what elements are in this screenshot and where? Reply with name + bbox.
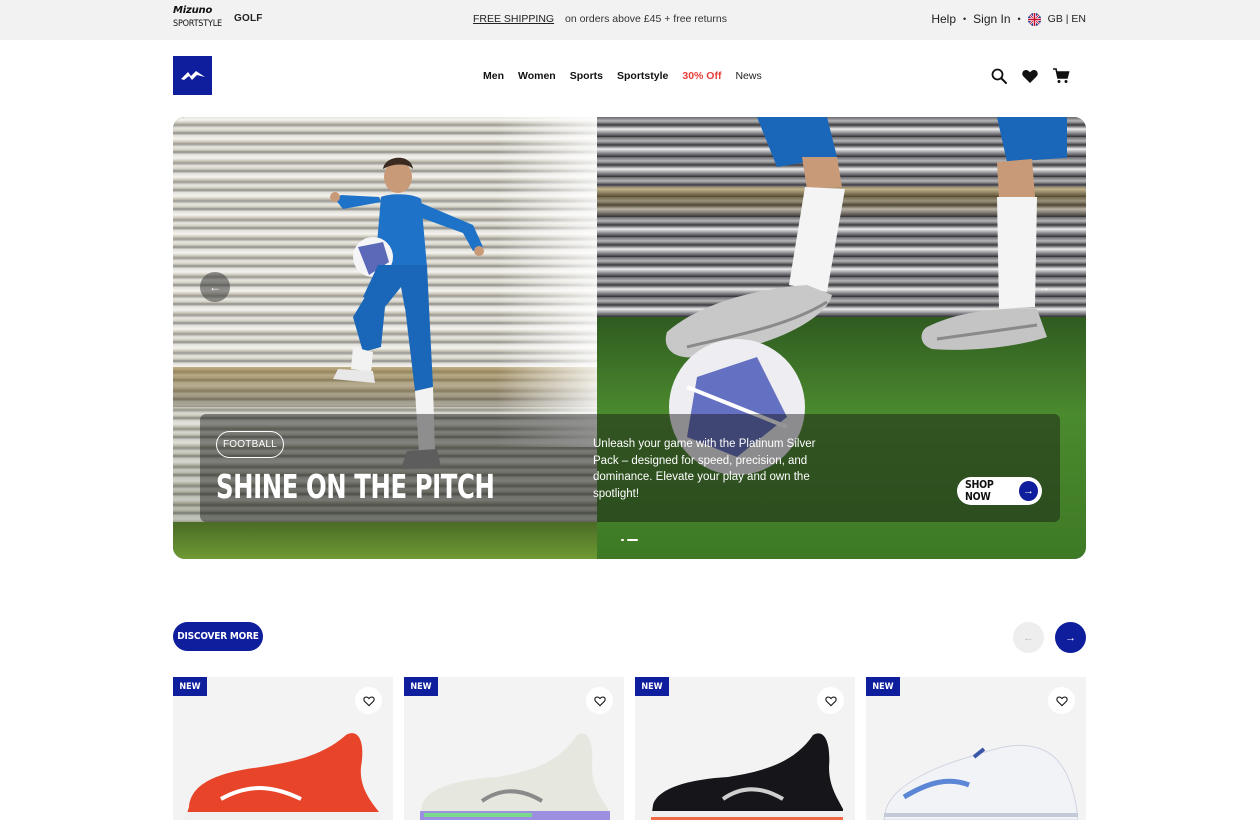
mizuno-runbird-icon	[180, 70, 205, 80]
volleyball-shoe-image	[883, 744, 1078, 820]
mizuno-wordmark: Mizuno	[173, 5, 213, 16]
hero-banner[interactable]: ← → FOOTBALL SHINE ON THE PITCH Unleash …	[173, 117, 1086, 559]
discover-more-button[interactable]: DISCOVER MORE	[173, 622, 263, 651]
category-tag[interactable]: FOOTBALL	[216, 431, 284, 458]
nav-item-sports[interactable]: Sports	[570, 70, 603, 82]
golf-link[interactable]: GOLF	[234, 13, 263, 24]
running-shoe-image	[185, 733, 381, 820]
product-card[interactable]: NEW	[173, 677, 393, 820]
new-badge: NEW	[404, 677, 438, 696]
help-link[interactable]: Help	[931, 12, 956, 26]
nav-menu: Men Women Sports Sportstyle 30% Off News	[483, 70, 762, 82]
product-card[interactable]: NEW	[404, 677, 624, 820]
search-icon[interactable]	[990, 67, 1008, 85]
sign-in-link[interactable]: Sign In	[973, 12, 1010, 26]
separator: •	[963, 14, 967, 24]
nav-item-news[interactable]: News	[735, 70, 761, 82]
new-badge: NEW	[866, 677, 900, 696]
carousel-prev-arrow-icon[interactable]: ←	[1013, 622, 1044, 653]
shop-now-label: SHOP NOW	[965, 479, 994, 503]
product-card[interactable]: NEW	[635, 677, 855, 820]
slide-indicator	[621, 539, 638, 541]
wishlist-heart-icon[interactable]	[355, 687, 382, 714]
nav-item-women[interactable]: Women	[518, 70, 556, 82]
hero-prev-arrow-icon[interactable]: ←	[200, 272, 230, 302]
cart-icon[interactable]	[1052, 67, 1070, 85]
mizuno-logo[interactable]	[173, 56, 212, 95]
nav-item-sale[interactable]: 30% Off	[682, 70, 721, 82]
carousel-next-arrow-icon[interactable]: →	[1055, 622, 1086, 653]
nav-actions	[990, 67, 1070, 85]
product-card[interactable]: NEW	[866, 677, 1086, 820]
nav-item-men[interactable]: Men	[483, 70, 504, 82]
running-shoe-image	[651, 733, 843, 820]
wishlist-heart-icon[interactable]	[817, 687, 844, 714]
uk-flag-icon[interactable]	[1027, 12, 1041, 26]
sportstyle-label: SPORTSTYLE	[173, 19, 222, 29]
arrow-right-icon: →	[1019, 481, 1038, 501]
shop-now-button[interactable]: SHOP NOW →	[957, 477, 1042, 505]
new-badge: NEW	[173, 677, 207, 696]
separator: •	[1017, 14, 1021, 24]
wishlist-heart-icon[interactable]	[1048, 687, 1075, 714]
locale-selector[interactable]: GB | EN	[1048, 13, 1086, 25]
utility-links: Help • Sign In • GB | EN	[931, 12, 1086, 26]
free-shipping-link[interactable]: FREE SHIPPING	[473, 13, 554, 25]
nav-item-sportstyle[interactable]: Sportstyle	[617, 70, 668, 82]
utility-bar: Mizuno SPORTSTYLE GOLF FREE SHIPPING on …	[0, 0, 1260, 40]
grass-strip	[173, 522, 597, 559]
shipping-info-text: on orders above £45 + free returns	[565, 13, 727, 25]
wishlist-heart-icon[interactable]	[1021, 67, 1039, 85]
sportstyle-logo[interactable]: Mizuno SPORTSTYLE	[173, 6, 223, 34]
wishlist-heart-icon[interactable]	[586, 687, 613, 714]
running-shoe-image	[420, 733, 610, 820]
hero-headline: SHINE ON THE PITCH	[216, 467, 495, 506]
hero-next-arrow-icon[interactable]: →	[1029, 272, 1059, 302]
slide-dot-active[interactable]	[627, 539, 638, 541]
slide-dot[interactable]	[621, 539, 624, 541]
hero-description: Unleash your game with the Platinum Silv…	[593, 438, 816, 500]
main-navigation: Men Women Sports Sportstyle 30% Off News	[0, 40, 1260, 112]
new-badge: NEW	[635, 677, 669, 696]
